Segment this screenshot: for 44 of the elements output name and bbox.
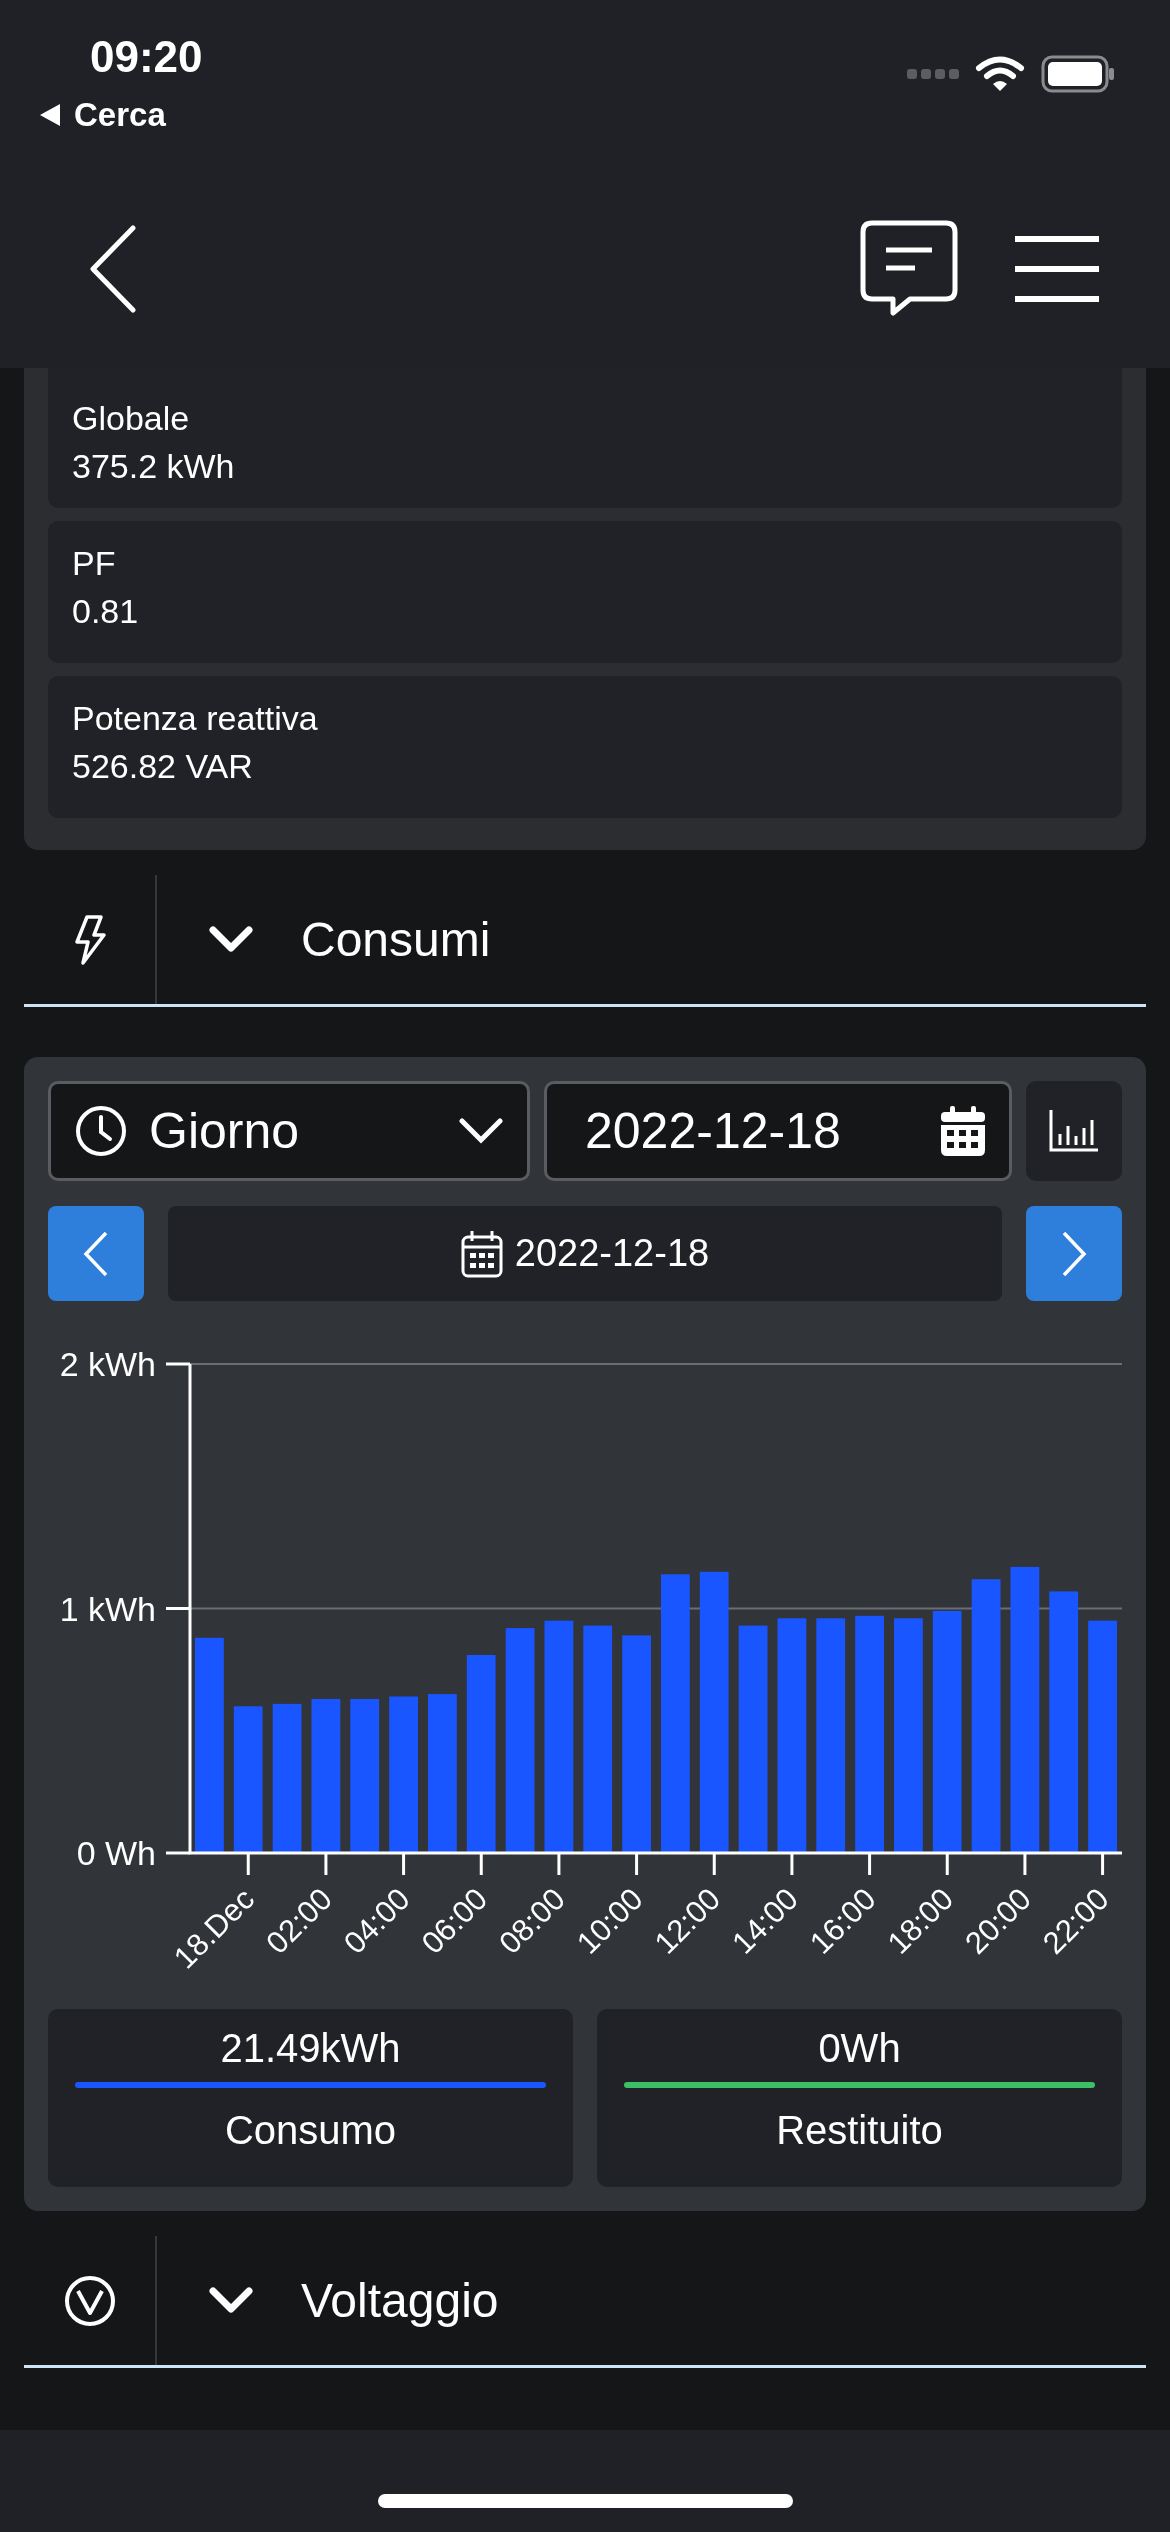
period-dropdown[interactable]: Giorno [48, 1081, 530, 1181]
y-axis-label: 1 kWh [59, 1589, 156, 1628]
chat-icon[interactable] [860, 220, 958, 318]
selected-date: 2022-12-18 [514, 1231, 710, 1276]
total-value: 21.49kWh [220, 2025, 401, 2072]
calendar-icon [941, 1106, 985, 1156]
back-triangle-icon[interactable] [38, 101, 62, 128]
metric-label: Globale [72, 399, 190, 437]
metric-label: PF [72, 544, 116, 582]
chevron-left-icon [83, 1230, 109, 1277]
next-day-button[interactable] [1026, 1206, 1122, 1301]
battery-icon [1041, 55, 1115, 93]
section-header[interactable]: Voltaggio [24, 2236, 1146, 2368]
section-header[interactable]: Consumi [24, 875, 1146, 1007]
lightning-icon [72, 914, 107, 965]
chevron-right-icon [1061, 1230, 1087, 1277]
date-picker-bar[interactable]: 2022-12-18 [168, 1206, 1002, 1301]
metric-label: Potenza reattiva [72, 699, 318, 737]
metric-value: 0.81 [72, 592, 139, 630]
previous-day-button[interactable] [48, 1206, 144, 1301]
menu-icon[interactable] [1014, 235, 1100, 303]
wifi-icon [975, 55, 1025, 93]
caret-icon [459, 1118, 503, 1144]
v-circle-icon [63, 2274, 116, 2327]
chevron-down-icon [209, 925, 253, 954]
bar-chart-icon [1049, 1110, 1099, 1152]
clock-icon [75, 1105, 127, 1157]
section-title: Consumi [301, 911, 491, 968]
y-axis-label: 0 Wh [76, 1834, 156, 1872]
status-time: 09:20 [90, 31, 203, 83]
total-label: Consumo [224, 2107, 397, 2154]
section-title: Voltaggio [301, 2272, 499, 2329]
y-axis-label: 2 kWh [59, 1345, 156, 1383]
signal-icon [907, 68, 959, 80]
total-value: 0Wh [818, 2025, 901, 2072]
metric-value: 375.2 kWh [72, 447, 235, 485]
back-to-app-link[interactable]: Cerca [74, 90, 166, 140]
back-chevron-icon[interactable] [88, 225, 138, 313]
chart-type-button[interactable] [1026, 1081, 1122, 1181]
total-label: Restituito [776, 2107, 943, 2154]
date-field[interactable]: 2022-12-18 [544, 1081, 1012, 1181]
metric-value: 526.82 VAR [72, 747, 253, 785]
chevron-down-icon [209, 2286, 253, 2315]
calendar-icon [460, 1229, 503, 1278]
